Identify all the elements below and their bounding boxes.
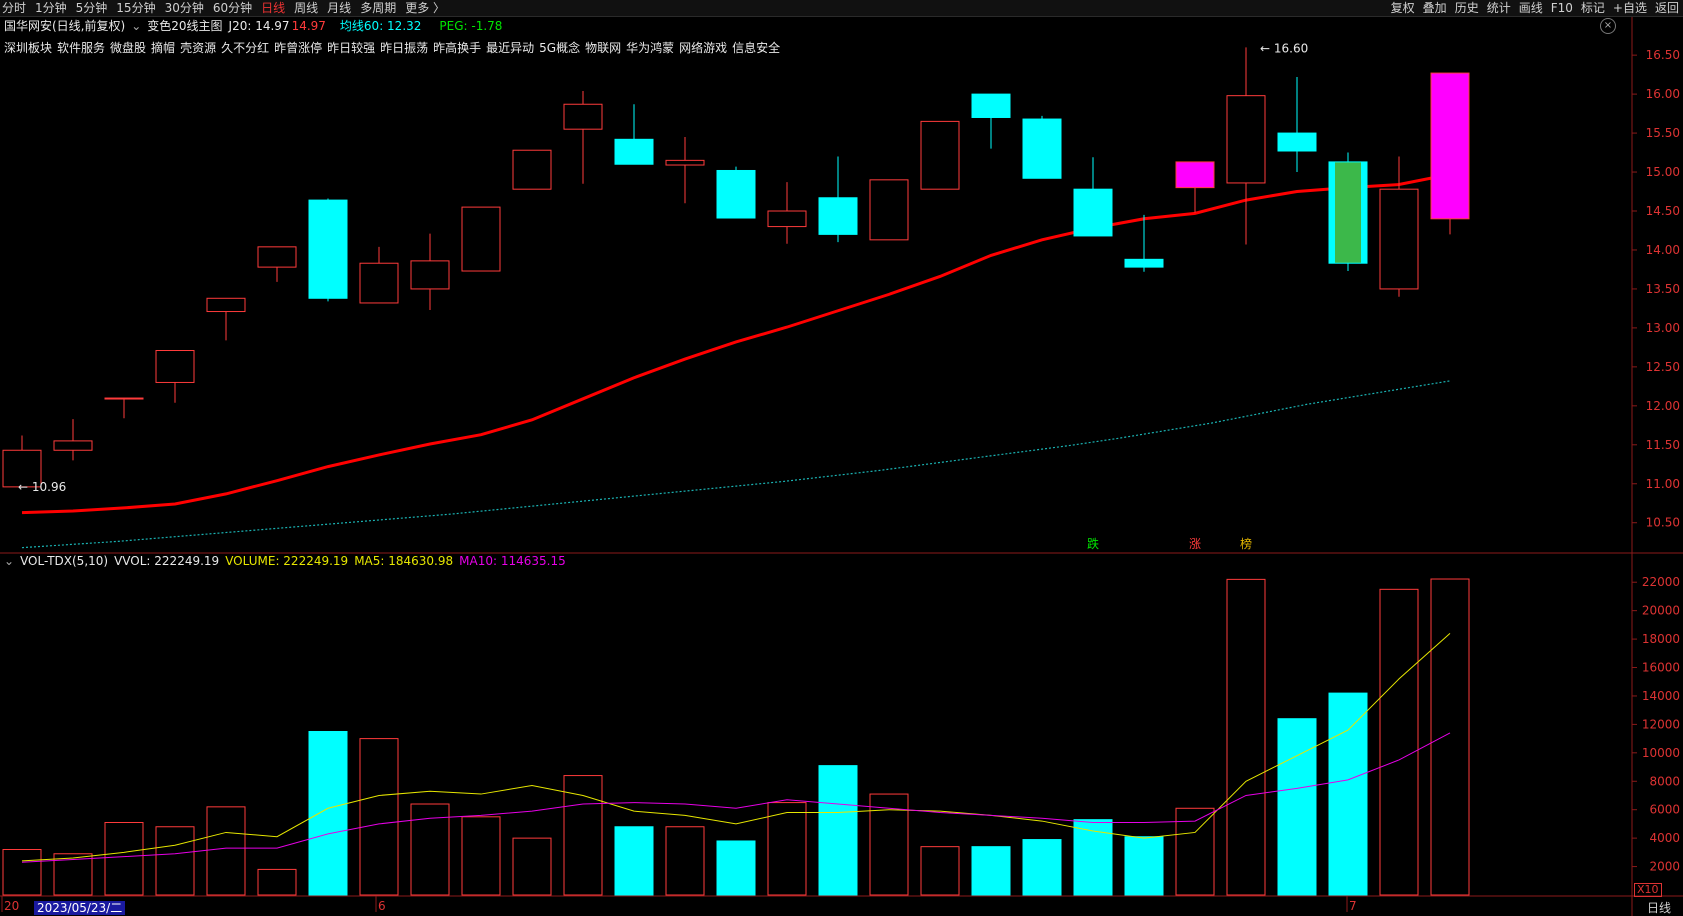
volume-bar — [461, 816, 501, 896]
volume-bar — [767, 802, 807, 896]
candle-body — [563, 103, 603, 130]
cursor-date: 2023/05/23/二 — [34, 901, 126, 915]
volume-bar — [512, 837, 552, 896]
x-tick-label: 6 — [378, 899, 386, 913]
candle-body — [665, 159, 705, 166]
signal-marker: 涨 — [1189, 536, 1201, 551]
candle-body — [1073, 188, 1113, 237]
volume-bar — [308, 731, 348, 896]
volume-tick-label: 20000 — [1642, 604, 1680, 618]
low-marker: ← 10.96 — [18, 480, 66, 494]
candle-body — [1175, 161, 1215, 189]
volume-tick-label: 8000 — [1649, 774, 1680, 788]
volume-tick-label: 22000 — [1642, 575, 1680, 589]
volume-tick-label: 6000 — [1649, 803, 1680, 817]
volume-bar — [614, 826, 654, 896]
price-tick-label: 10.50 — [1646, 516, 1680, 530]
signal-marker: 跌 — [1087, 536, 1099, 551]
candle-body — [1124, 258, 1164, 268]
x-tick-label: 7 — [1349, 899, 1357, 913]
high-marker: ← 16.60 — [1260, 41, 1308, 55]
volume-bar — [716, 840, 756, 896]
volume-tick-label: 16000 — [1642, 661, 1680, 675]
price-tick-label: 16.50 — [1646, 48, 1680, 62]
candle-body — [971, 93, 1011, 118]
price-tick-label: 16.00 — [1646, 87, 1680, 101]
candle-body — [53, 440, 93, 451]
volume-bar — [1226, 578, 1266, 896]
candle-edge — [1361, 161, 1367, 264]
candle-body — [104, 397, 144, 400]
candle-body — [614, 138, 654, 165]
candle-body — [716, 169, 756, 219]
price-tick-label: 15.00 — [1646, 165, 1680, 179]
volume-bar — [971, 846, 1011, 896]
candle-body — [767, 210, 807, 228]
volume-bar — [206, 806, 246, 896]
candle-body — [461, 206, 501, 272]
candle-body — [410, 260, 450, 290]
price-tick-label: 13.00 — [1646, 321, 1680, 335]
candle-body — [1430, 72, 1470, 220]
x-tick-label: 20 — [4, 899, 19, 913]
volume-bar — [1124, 836, 1164, 896]
candle-body — [1277, 132, 1317, 152]
volume-tick-label: 12000 — [1642, 717, 1680, 731]
price-tick-label: 12.00 — [1646, 399, 1680, 413]
price-tick-label: 11.50 — [1646, 438, 1680, 452]
candle-body — [818, 197, 858, 235]
candle-body — [869, 179, 909, 241]
volume-bar — [2, 849, 42, 896]
volume-bar — [1022, 839, 1062, 896]
volume-bar — [920, 846, 960, 896]
volume-bar — [359, 738, 399, 896]
candle-body — [359, 262, 399, 304]
price-tick-label: 12.50 — [1646, 360, 1680, 374]
volume-bar — [104, 821, 144, 896]
volume-tick-label: 10000 — [1642, 746, 1680, 760]
price-tick-label: 14.00 — [1646, 243, 1680, 257]
volume-unit: X10 — [1634, 883, 1662, 897]
price-tick-label: 13.50 — [1646, 282, 1680, 296]
volume-bar — [257, 868, 297, 896]
candle-body — [920, 120, 960, 190]
candle-body — [512, 149, 552, 190]
price-tick-label: 15.50 — [1646, 126, 1680, 140]
volume-tick-label: 4000 — [1649, 831, 1680, 845]
signal-marker: 榜 — [1240, 536, 1252, 551]
candle-body — [1379, 188, 1419, 290]
volume-tick-label: 18000 — [1642, 632, 1680, 646]
volume-tick-label: 14000 — [1642, 689, 1680, 703]
bottom-period-tab[interactable]: 日线 — [1647, 899, 1671, 916]
price-tick-label: 11.00 — [1646, 477, 1680, 491]
volume-bar — [1430, 578, 1470, 896]
price-tick-label: 14.50 — [1646, 204, 1680, 218]
ma20-line — [21, 172, 1451, 515]
ma60-line — [21, 380, 1451, 549]
candle-body — [1022, 118, 1062, 179]
candle-body — [206, 297, 246, 313]
candle-body — [308, 199, 348, 299]
candle-edge — [1329, 161, 1335, 264]
volume-bar — [155, 826, 195, 896]
volume-bar — [1277, 718, 1317, 896]
candle-body — [155, 349, 195, 383]
volume-tick-label: 2000 — [1649, 860, 1680, 874]
volume-bar — [1328, 692, 1368, 896]
candle-body — [1226, 95, 1266, 184]
candle-body — [257, 246, 297, 268]
volume-bar — [563, 775, 603, 896]
volume-bar — [665, 826, 705, 896]
kline-chart[interactable]: 16.50 16.00 15.50 15.00 14.50 14.00 13.50 13.00… — [0, 0, 1683, 916]
volume-bar — [818, 765, 858, 896]
volume-bar — [1379, 588, 1419, 896]
